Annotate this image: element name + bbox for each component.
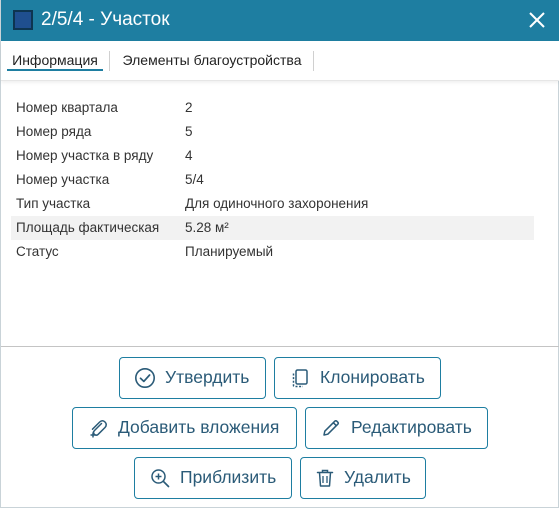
feature-dialog: 2/5/4 - Участок Информация Элементы благ…	[0, 0, 559, 508]
dialog-title: 2/5/4 - Участок	[41, 9, 170, 30]
tab-bar: Информация Элементы благоустройства	[1, 41, 559, 81]
property-value: 5/4	[185, 172, 204, 187]
property-row: Номер ряда 5	[11, 120, 534, 144]
pencil-icon	[323, 419, 340, 436]
close-icon	[529, 12, 545, 28]
tab-landscaping-elements[interactable]: Элементы благоустройства	[111, 41, 313, 81]
property-value: Для одиночного захоронения	[185, 196, 369, 211]
property-row: Номер участка в ряду 4	[11, 144, 534, 168]
approve-button[interactable]: Утвердить	[119, 357, 266, 399]
close-button[interactable]	[522, 5, 552, 35]
property-value: 5	[185, 124, 193, 139]
edit-button-label: Редактировать	[351, 417, 472, 437]
properties-table: Номер квартала 2 Номер ряда 5 Номер учас…	[11, 96, 534, 264]
property-row: Номер участка 5/4	[11, 168, 534, 192]
add-attachments-button[interactable]: Добавить вложения	[72, 407, 297, 449]
zoom-in-button-label: Приблизить	[180, 467, 277, 487]
delete-button[interactable]: Удалить	[300, 457, 426, 499]
property-label: Номер участка в ряду	[16, 148, 154, 163]
layer-color-swatch-icon	[13, 10, 33, 30]
edit-button[interactable]: Редактировать	[305, 407, 488, 449]
dialog-titlebar: 2/5/4 - Участок	[1, 0, 559, 41]
property-label: Площадь фактическая	[16, 220, 160, 235]
property-label: Статус	[16, 244, 59, 259]
check-circle-icon	[135, 368, 155, 388]
trash-icon	[316, 469, 334, 487]
property-label: Номер участка	[16, 172, 110, 187]
property-label: Номер ряда	[16, 124, 92, 139]
footer-divider	[1, 346, 559, 347]
property-value: Планируемый	[185, 244, 274, 259]
zoom-in-icon	[151, 469, 170, 488]
approve-button-label: Утвердить	[165, 367, 250, 387]
tab-divider	[313, 51, 314, 71]
property-value: 5.28 м²	[185, 220, 229, 235]
property-value: 2	[185, 100, 193, 115]
property-label: Тип участка	[16, 196, 91, 211]
tab-divider	[109, 51, 110, 71]
property-row: Площадь фактическая 5.28 м²	[11, 216, 534, 240]
property-label: Номер квартала	[16, 100, 118, 115]
tab-information[interactable]: Информация	[1, 41, 109, 81]
add-attachments-button-label: Добавить вложения	[118, 417, 280, 437]
paperclip-plus-icon	[90, 420, 107, 438]
copy-icon	[292, 369, 308, 388]
clone-button-label: Клонировать	[320, 367, 425, 387]
property-row: Номер квартала 2	[11, 96, 534, 120]
zoom-in-button[interactable]: Приблизить	[134, 457, 292, 499]
clone-button[interactable]: Клонировать	[274, 357, 441, 399]
delete-button-label: Удалить	[344, 467, 411, 487]
property-value: 4	[185, 148, 193, 163]
property-row: Статус Планируемый	[11, 240, 534, 264]
property-row: Тип участка Для одиночного захоронения	[11, 192, 534, 216]
